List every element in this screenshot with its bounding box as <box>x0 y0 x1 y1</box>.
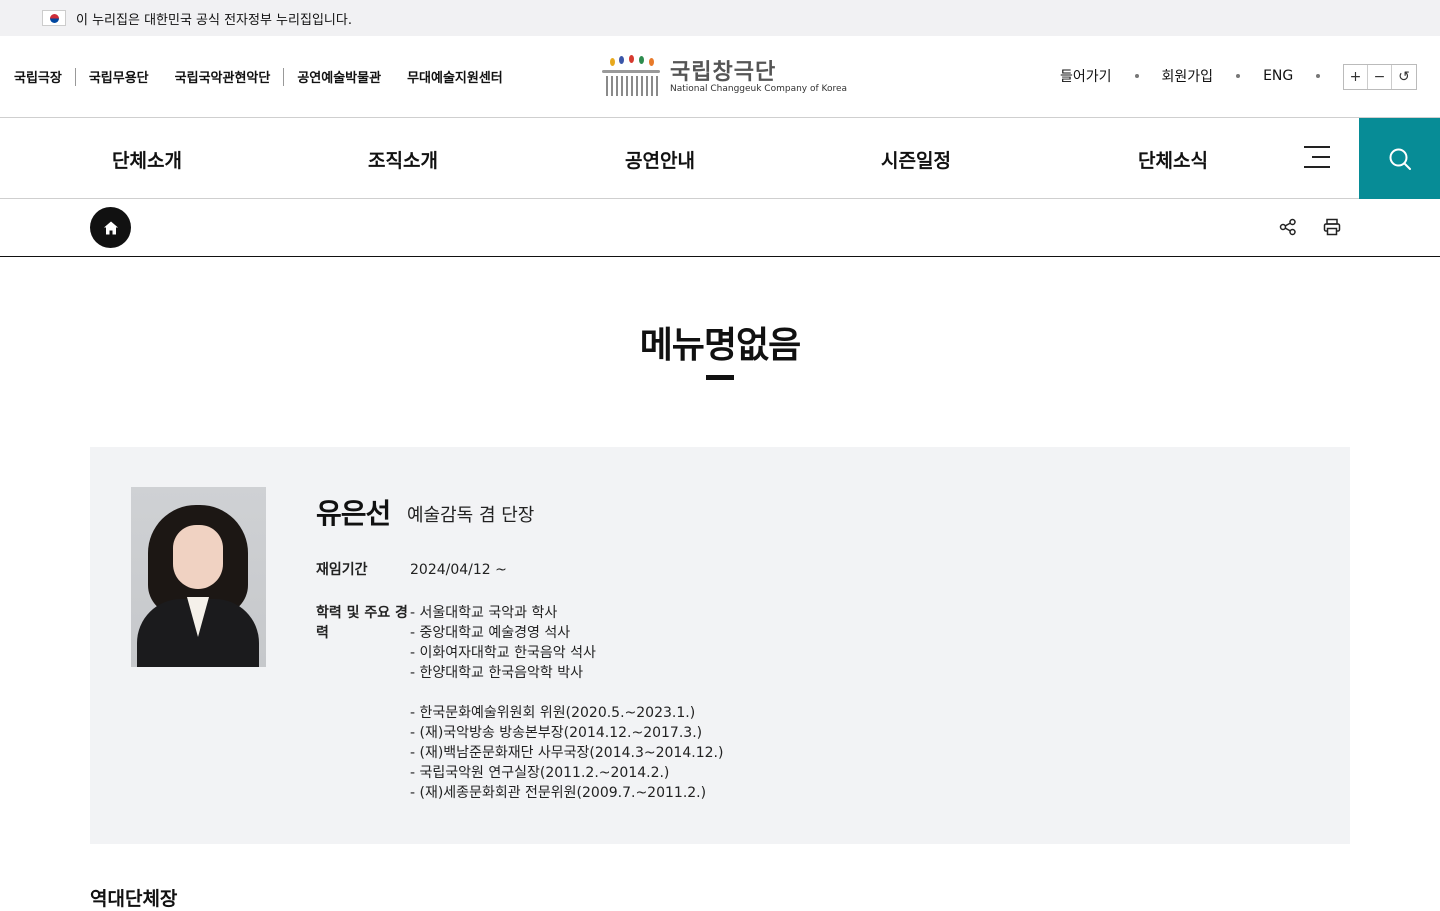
term-value: 2024/04/12 ~ <box>410 562 507 578</box>
director-name: 유은선 <box>316 497 391 530</box>
director-photo <box>131 487 266 667</box>
career-list: - 서울대학교 국악과 학사 - 중앙대학교 예술경영 석사 - 이화여자대학교… <box>410 603 723 803</box>
nav-item-season[interactable]: 시즌일정 <box>881 146 951 173</box>
title-underline <box>706 375 734 380</box>
career-spacer <box>410 683 723 703</box>
share-icon <box>1279 218 1296 236</box>
zoom-reset-button[interactable]: ↺ <box>1392 65 1416 89</box>
family-link-museum[interactable]: 공연예술박물관 <box>297 67 381 86</box>
menu-icon[interactable] <box>1304 146 1330 168</box>
family-link-national-theater[interactable]: 국립극장 <box>14 67 62 86</box>
director-role: 예술감독 겸 단장 <box>407 505 535 526</box>
print-icon <box>1323 218 1341 236</box>
career-item: - (재)백남준문화재단 사무국장(2014.3~2014.12.) <box>410 745 724 761</box>
family-site-links: 국립극장 국립무용단 국립국악관현악단 공연예술박물관 무대예술지원센터 <box>14 67 503 86</box>
family-link-dance-company[interactable]: 국립무용단 <box>89 67 149 86</box>
print-button[interactable] <box>1322 217 1342 237</box>
divider <box>1236 74 1241 78</box>
header-top: 국립극장 국립무용단 국립국악관현악단 공연예술박물관 무대예술지원센터 국립창… <box>0 36 1440 118</box>
divider <box>1134 74 1139 78</box>
nav-item-about[interactable]: 단체소개 <box>112 146 182 173</box>
career-label: 학력 및 주요 경력 <box>316 605 408 641</box>
career-item: - 한양대학교 한국음악학 박사 <box>410 665 583 681</box>
family-link-orchestra[interactable]: 국립국악관현악단 <box>175 67 271 86</box>
career-item: - (재)국악방송 방송본부장(2014.12.~2017.3.) <box>410 725 703 741</box>
english-link[interactable]: ENG <box>1263 68 1293 84</box>
gov-banner: 이 누리집은 대한민국 공식 전자정부 누리집입니다. <box>0 0 1440 36</box>
nav-item-organization[interactable]: 조직소개 <box>368 146 438 173</box>
career-item: - 국립국악원 연구실장(2011.2.~2014.2.) <box>410 765 670 781</box>
career-item: - 한국문화예술위원회 위원(2020.5.~2023.1.) <box>410 705 696 721</box>
nav-item-performance[interactable]: 공연안내 <box>625 146 695 173</box>
utility-menu: 들어가기 회원가입 ENG <box>1060 66 1343 86</box>
home-button[interactable] <box>90 207 131 248</box>
join-link[interactable]: 회원가입 <box>1162 66 1214 86</box>
main-navigation: 단체소개 조직소개 공연안내 시즌일정 단체소식 <box>0 118 1440 199</box>
location-bar <box>0 199 1440 257</box>
zoom-in-button[interactable]: + <box>1344 65 1368 89</box>
career-item: - 이화여자대학교 한국음악 석사 <box>410 645 596 661</box>
search-icon <box>1389 148 1411 170</box>
logo-mark-icon <box>602 55 662 98</box>
section-title-past-directors: 역대단체장 <box>90 888 178 910</box>
career-item: - 서울대학교 국악과 학사 <box>410 605 558 621</box>
font-size-controls: + − ↺ <box>1343 64 1417 90</box>
career-item: - (재)세종문화회관 전문위원(2009.7.~2011.2.) <box>410 785 707 801</box>
logo-text-ko: 국립창극단 <box>670 60 777 85</box>
director-profile: 유은선 예술감독 겸 단장 재임기간 2024/04/12 ~ 학력 및 주요 … <box>90 447 1350 844</box>
divider <box>283 67 285 86</box>
login-link[interactable]: 들어가기 <box>1060 66 1112 86</box>
korea-flag-icon <box>42 10 66 26</box>
nav-item-news[interactable]: 단체소식 <box>1138 146 1208 173</box>
page-title: 메뉴명없음 <box>639 325 802 366</box>
home-icon <box>103 221 118 234</box>
site-logo[interactable]: 국립창극단 National Changgeuk Company of Kore… <box>602 55 847 100</box>
search-button[interactable] <box>1359 118 1440 199</box>
share-button[interactable] <box>1278 217 1298 237</box>
logo-text-en: National Changgeuk Company of Korea <box>670 84 848 94</box>
divider <box>1316 74 1321 78</box>
term-label: 재임기간 <box>316 562 368 578</box>
gov-banner-text: 이 누리집은 대한민국 공식 전자정부 누리집입니다. <box>76 12 352 28</box>
divider <box>74 67 76 86</box>
zoom-out-button[interactable]: − <box>1368 65 1392 89</box>
family-link-stage-center[interactable]: 무대예술지원센터 <box>407 67 503 86</box>
career-item: - 중앙대학교 예술경영 석사 <box>410 625 571 641</box>
